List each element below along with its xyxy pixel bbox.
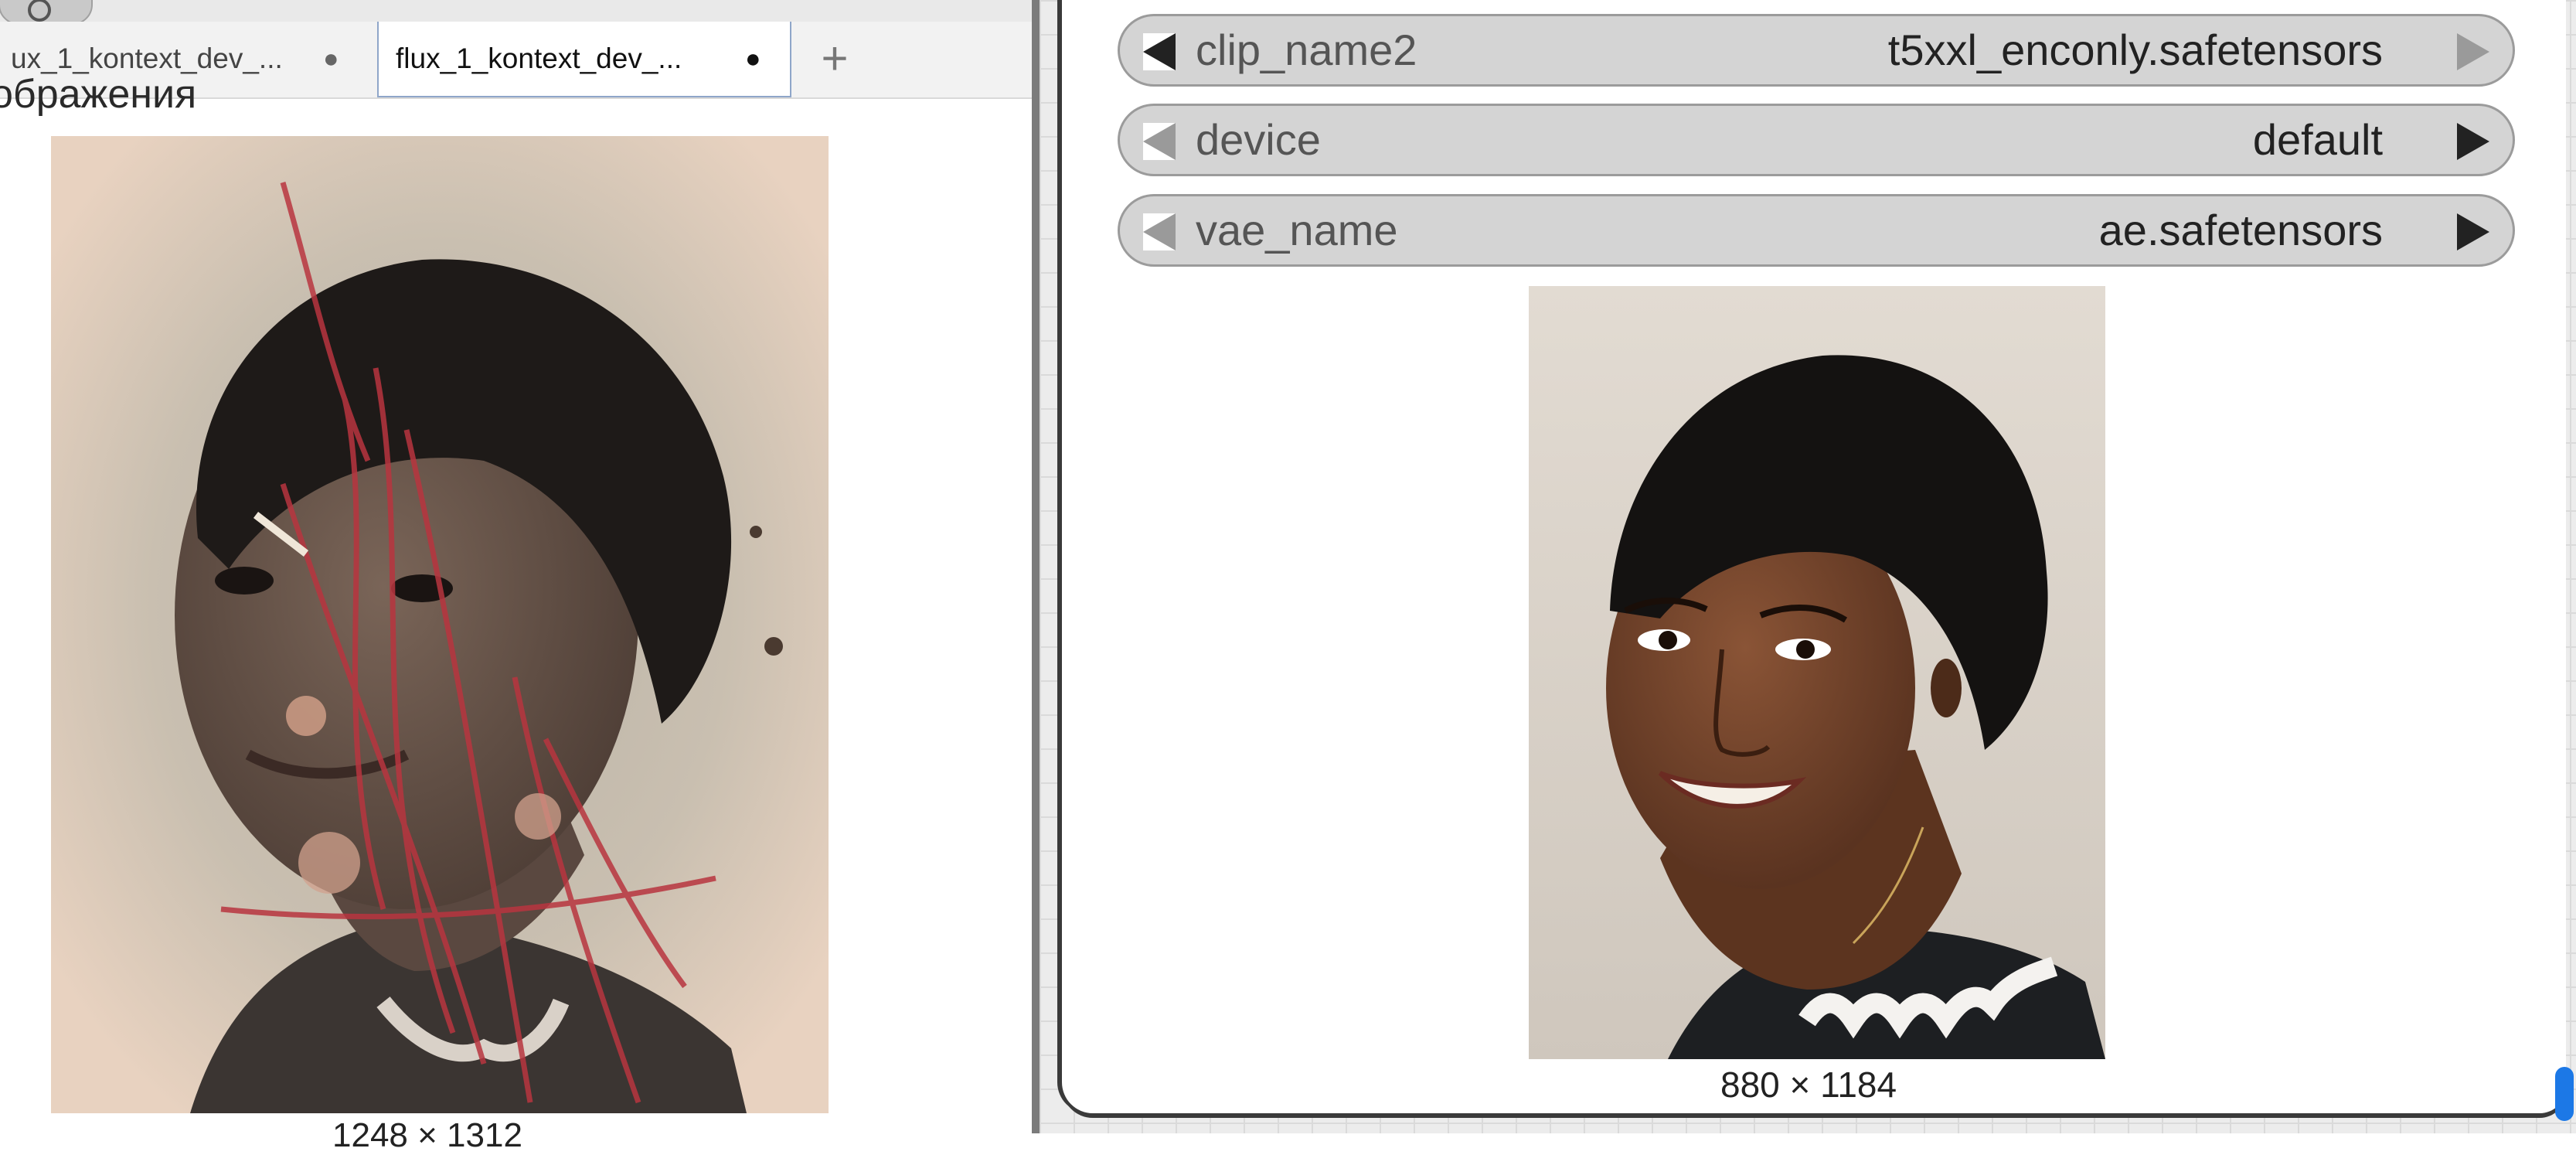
widget-clip-name2[interactable]: clip_name2 t5xxl_enconly.safetensors bbox=[1118, 14, 2515, 87]
widget-value: ae.safetensors bbox=[2098, 206, 2383, 254]
widget-name: vae_name bbox=[1196, 206, 1398, 254]
canvas-scroll-handle[interactable] bbox=[2555, 1067, 2574, 1121]
input-image-size: 1248 × 1312 bbox=[332, 1116, 522, 1154]
triangle-left-icon[interactable] bbox=[1143, 33, 1176, 70]
widget-name: clip_name2 bbox=[1196, 26, 1417, 74]
output-image-size: 880 × 1184 bbox=[1720, 1065, 1897, 1105]
tab-label: flux_1_kontext_dev_... bbox=[396, 43, 682, 74]
triangle-right-icon[interactable] bbox=[2457, 33, 2489, 70]
unsaved-dot-icon: ● bbox=[745, 43, 761, 73]
unsaved-dot-icon: ● bbox=[323, 43, 339, 73]
widget-value: default bbox=[2252, 115, 2383, 164]
triangle-left-icon[interactable] bbox=[1143, 123, 1176, 160]
triangle-right-icon[interactable] bbox=[2457, 213, 2489, 250]
widget-name: device bbox=[1196, 115, 1321, 164]
workflow-tab-2[interactable]: flux_1_kontext_dev_... ● bbox=[377, 22, 791, 97]
circle-arrow-icon bbox=[28, 0, 51, 22]
input-image bbox=[51, 136, 829, 1113]
widget-device[interactable]: device default bbox=[1118, 104, 2515, 176]
widget-vae-name[interactable]: vae_name ae.safetensors bbox=[1118, 194, 2515, 267]
triangle-right-icon[interactable] bbox=[2457, 123, 2489, 160]
tab-label: ux_1_kontext_dev_... bbox=[11, 43, 283, 74]
panel-divider[interactable] bbox=[1032, 0, 1040, 1133]
widget-value: t5xxl_enconly.safetensors bbox=[1887, 26, 2383, 74]
left-panel: ux_1_kontext_dev_... ● flux_1_kontext_de… bbox=[0, 22, 1032, 1154]
section-title: ображения bbox=[0, 72, 197, 117]
output-image bbox=[1529, 286, 2105, 1059]
triangle-left-icon[interactable] bbox=[1143, 213, 1176, 250]
plus-icon[interactable]: + bbox=[812, 26, 858, 91]
